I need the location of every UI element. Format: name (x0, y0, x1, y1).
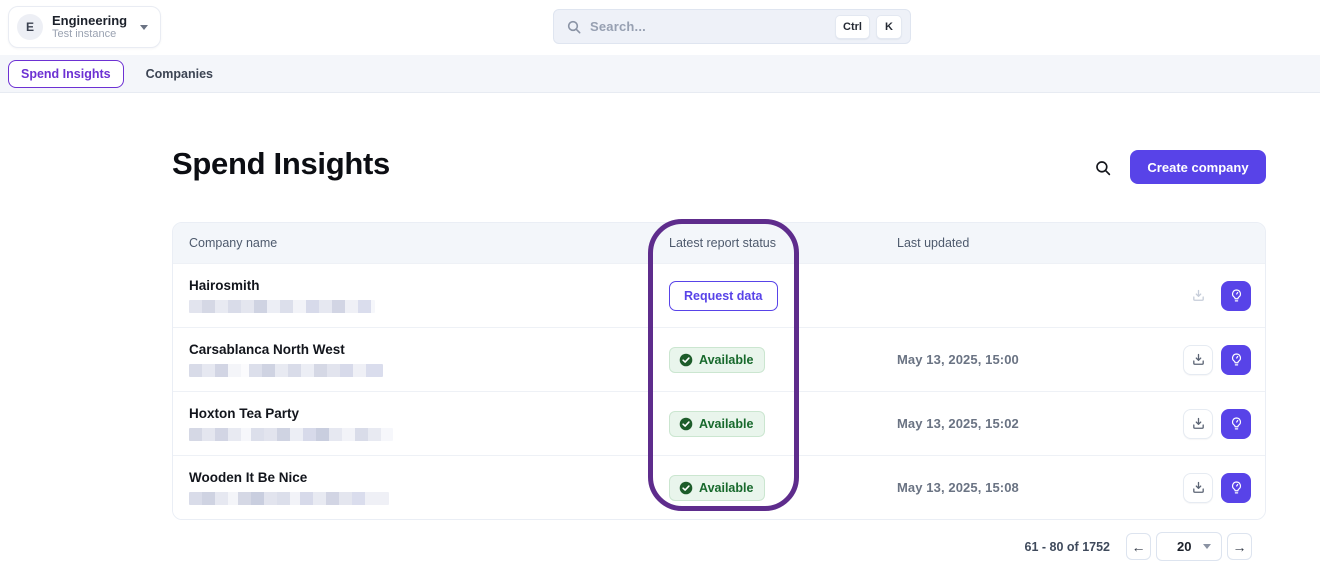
company-name: Hoxton Tea Party (189, 406, 300, 421)
table-body: Hairosmith Request data Carsablanca Nort… (173, 263, 1265, 519)
search-input[interactable] (582, 19, 830, 34)
view-insights-button[interactable] (1221, 280, 1251, 311)
status-cell: Available (669, 346, 897, 373)
lightbulb-icon (1231, 481, 1241, 494)
download-icon (1192, 289, 1204, 301)
pagination-range-label: 61 - 80 of 1752 (1024, 539, 1110, 554)
view-insights-button[interactable] (1221, 472, 1251, 503)
redacted-address (189, 428, 393, 441)
table-row: Hairosmith Request data (173, 263, 1265, 327)
kbd-k: K (876, 14, 902, 39)
download-icon (1192, 417, 1204, 429)
page-size-select[interactable]: 20 (1156, 532, 1222, 561)
company-cell: Wooden It Be Nice (173, 470, 669, 505)
table-row: Hoxton Tea Party Available May 13, 2025,… (173, 391, 1265, 455)
download-report-button[interactable] (1183, 472, 1213, 503)
column-header-latest-report-status: Latest report status (669, 236, 777, 250)
org-switcher[interactable]: E Engineering Test instance (8, 6, 162, 48)
org-name: Engineering (52, 12, 128, 28)
topbar: E Engineering Test instance Ctrl K (0, 0, 1320, 55)
download-report-button (1183, 280, 1213, 311)
redacted-address (189, 300, 375, 313)
table-header-row: Company name Latest report status Last u… (173, 223, 1265, 263)
last-updated: May 13, 2025, 15:02 (897, 416, 1019, 431)
lightbulb-icon (1231, 353, 1241, 366)
status-cell: Available (669, 474, 897, 501)
company-name: Carsablanca North West (189, 342, 345, 357)
company-cell: Hoxton Tea Party (173, 406, 669, 441)
create-company-button[interactable]: Create company (1130, 150, 1266, 184)
kbd-ctrl: Ctrl (835, 14, 870, 39)
status-badge-label: Available (699, 416, 754, 431)
column-header-company-name: Company name (189, 236, 278, 250)
company-name: Hairosmith (189, 278, 260, 293)
request-data-button[interactable]: Request data (669, 280, 778, 311)
spend-insights-page: E Engineering Test instance Ctrl K Spend… (0, 0, 1320, 575)
page-title: Spend Insights (172, 146, 390, 181)
redacted-address (189, 364, 383, 377)
search-icon (1096, 161, 1111, 176)
row-actions (1183, 344, 1251, 375)
status-cell: Request data (669, 280, 897, 311)
download-report-button[interactable] (1183, 344, 1213, 375)
check-circle-icon (679, 481, 693, 494)
download-report-button[interactable] (1183, 408, 1213, 439)
row-actions (1183, 408, 1251, 439)
download-icon (1192, 481, 1204, 493)
view-insights-button[interactable] (1221, 408, 1251, 439)
download-icon (1192, 353, 1204, 365)
column-header-last-updated: Last updated (897, 236, 970, 250)
status-badge: Available (669, 474, 766, 501)
table-row: Wooden It Be Nice Available May 13, 2025… (173, 455, 1265, 519)
check-circle-icon (679, 353, 693, 366)
redacted-address (189, 492, 389, 505)
lightbulb-icon (1231, 289, 1241, 302)
prev-page-button[interactable]: ← (1126, 533, 1151, 560)
row-actions (1183, 472, 1251, 503)
primary-nav: Spend Insights Companies (0, 55, 1320, 93)
search-icon (567, 20, 581, 33)
chevron-down-icon (1203, 544, 1211, 549)
status-badge-label: Available (699, 480, 754, 495)
page-size-value: 20 (1177, 539, 1192, 554)
tab-companies[interactable]: Companies (142, 61, 217, 87)
status-badge: Available (669, 346, 766, 373)
next-page-button[interactable]: → (1227, 533, 1252, 560)
row-actions (1183, 280, 1251, 311)
table-search-button[interactable] (1092, 157, 1114, 179)
table-row: Carsablanca North West Available May 13,… (173, 327, 1265, 391)
status-badge-label: Available (699, 352, 754, 367)
org-subtitle: Test instance (52, 28, 117, 41)
company-cell: Hairosmith (173, 278, 669, 313)
company-name: Wooden It Be Nice (189, 470, 308, 485)
last-updated: May 13, 2025, 15:08 (897, 480, 1019, 495)
lightbulb-icon (1231, 417, 1241, 430)
company-cell: Carsablanca North West (173, 342, 669, 377)
global-search[interactable]: Ctrl K (553, 9, 911, 44)
check-circle-icon (679, 417, 693, 430)
tab-spend-insights[interactable]: Spend Insights (8, 59, 124, 88)
companies-table: Company name Latest report status Last u… (172, 222, 1266, 520)
status-badge: Available (669, 410, 766, 437)
view-insights-button[interactable] (1221, 344, 1251, 375)
status-cell: Available (669, 410, 897, 437)
chevron-down-icon (140, 24, 149, 30)
last-updated: May 13, 2025, 15:00 (897, 352, 1019, 367)
pagination: 61 - 80 of 1752 ← 20 → (0, 532, 1252, 561)
org-avatar: E (17, 14, 43, 40)
